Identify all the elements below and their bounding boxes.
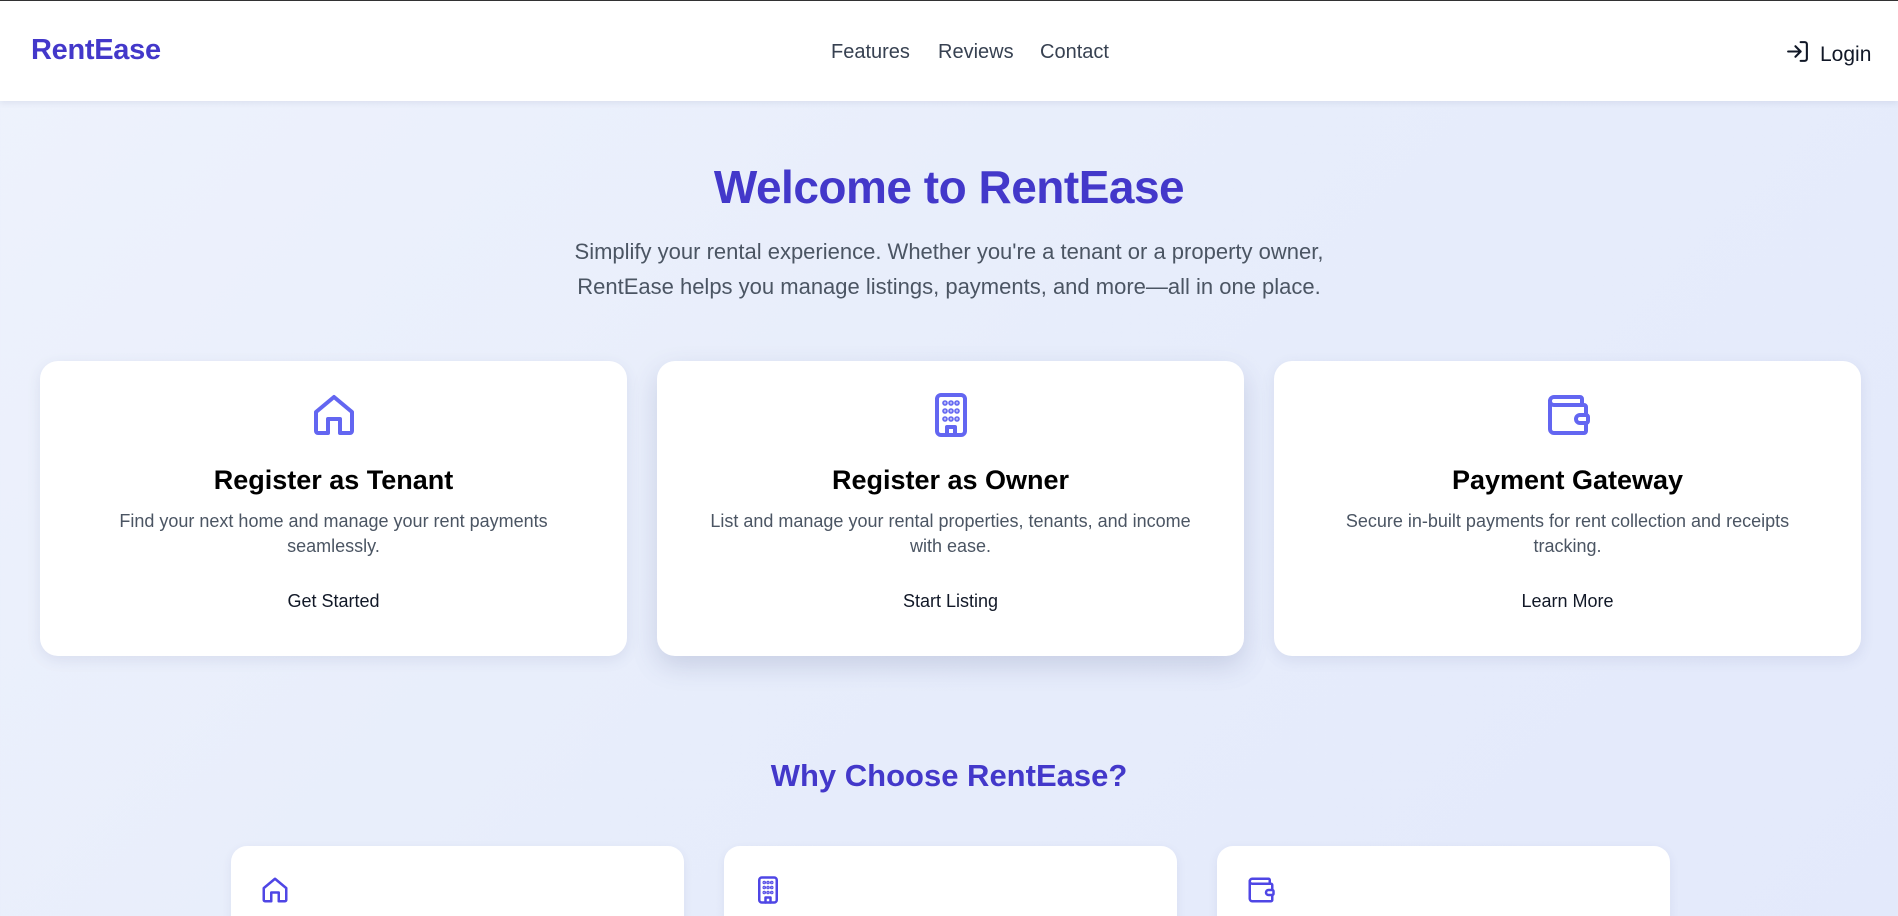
card-title: Register as Owner [831,465,1070,495]
tenant-card: Register as Tenant Find your next home a… [40,361,627,656]
nav-link-contact[interactable]: Contact [1040,41,1130,64]
card-description: Find your next home and manage your rent… [119,511,548,556]
payment-card: Payment Gateway Secure in-built payments… [1274,361,1861,656]
login-icon [1785,39,1810,70]
hero-subtitle: Simplify your rental experience. Whether… [574,239,1324,299]
get-started-button[interactable]: Get Started [40,591,627,612]
feature-card-owner [724,846,1177,916]
feature-card-tenant [231,846,684,916]
card-title: Payment Gateway [1451,465,1684,495]
building-icon [927,391,975,439]
card-description: Secure in-built payments for rent collec… [1345,511,1790,556]
home-icon [260,875,290,905]
login-button[interactable]: Login [1785,39,1871,70]
nav-link-features[interactable]: Features [831,41,931,64]
login-label: Login [1820,42,1872,66]
start-listing-button[interactable]: Start Listing [657,591,1244,612]
home-icon [310,391,358,439]
wallet-icon [1544,391,1592,439]
feature-card-payment [1217,846,1670,916]
owner-card: Register as Owner List and manage your r… [657,361,1244,656]
card-title: Register as Tenant [213,465,454,495]
card-description: List and manage your rental properties, … [710,511,1191,556]
nav-link-reviews[interactable]: Reviews [938,41,1018,64]
top-navbar: RentEase Features Reviews Contact Login [0,1,1898,101]
building-icon [753,875,783,905]
brand-logo[interactable]: RentEase [31,34,161,67]
wallet-icon [1246,875,1276,905]
hero-title: Welcome to RentEase [713,161,1185,213]
why-section-title: Why Choose RentEase? [770,758,1128,793]
learn-more-button[interactable]: Learn More [1274,591,1861,612]
